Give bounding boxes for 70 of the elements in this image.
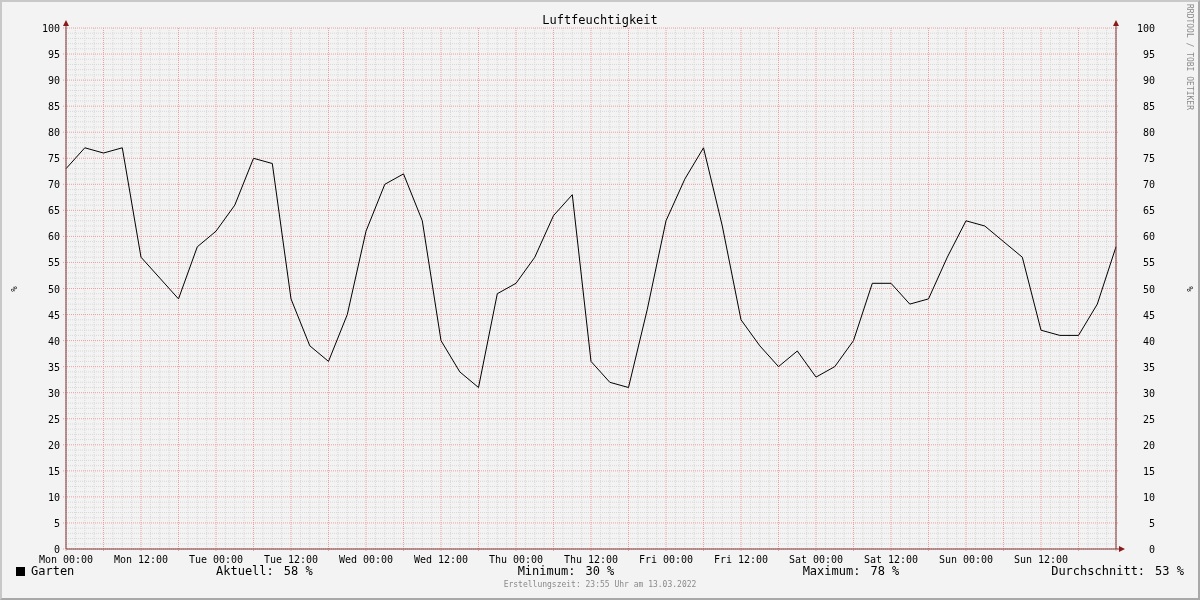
axis-label: Mon 00:00 xyxy=(38,554,94,565)
legend-label: Garten xyxy=(31,564,75,578)
axis-label: 50 xyxy=(1142,283,1155,295)
axis-label: 85 xyxy=(47,101,60,113)
axis-label: 85 xyxy=(1142,101,1155,113)
stat-value: 53 % xyxy=(1155,564,1184,578)
stat-label: Durchschnitt: xyxy=(1051,564,1146,578)
stat-label: Minimum: xyxy=(517,564,576,578)
axis-label: 35 xyxy=(1142,361,1155,373)
axis-label: 100 xyxy=(41,23,60,34)
axis-label: Sun 00:00 xyxy=(938,554,994,565)
axis-label: 50 xyxy=(47,283,60,295)
axis-label: 95 xyxy=(47,49,60,61)
axis-label: 0 xyxy=(1148,544,1155,555)
axis-title: % xyxy=(1185,286,1195,292)
axis-label: Sat 12:00 xyxy=(863,554,919,565)
chart-title: Luftfeuchtigkeit xyxy=(542,13,658,27)
axis-label: 15 xyxy=(1142,465,1155,477)
axis-label: 10 xyxy=(1142,491,1155,503)
axis-label: Thu 12:00 xyxy=(563,554,619,565)
axis-label: 70 xyxy=(47,179,60,191)
axis-label: 75 xyxy=(1142,153,1155,165)
axis-label: 5 xyxy=(1148,517,1155,529)
axis-label: Fri 00:00 xyxy=(638,554,694,565)
axis-label: 45 xyxy=(1142,309,1155,321)
stat-value: 78 % xyxy=(870,564,900,578)
stat-label: Aktuell: xyxy=(216,564,274,578)
stat-value: 58 % xyxy=(283,564,313,578)
axis-label: 80 xyxy=(1142,127,1155,139)
axis-label: 80 xyxy=(47,127,60,139)
axis-label: 100 xyxy=(1136,23,1155,34)
stat-value: 30 % xyxy=(585,564,615,578)
axis-label: 0 xyxy=(53,544,60,555)
axis-label: Sun 12:00 xyxy=(1013,554,1069,565)
axis-label: 20 xyxy=(1142,439,1155,451)
axis-label: Sat 00:00 xyxy=(788,554,844,565)
axis-label: 60 xyxy=(1142,231,1155,243)
stat-label: Maximum: xyxy=(802,564,861,578)
axis-label: 20 xyxy=(47,439,60,451)
axis-label: 45 xyxy=(47,309,60,321)
creation-time-text: Erstellungszeit: 23:55 Uhr am 13.03.2022 xyxy=(502,580,698,589)
axis-label: 95 xyxy=(1142,49,1155,61)
axis-title: % xyxy=(9,286,19,292)
side-credit-text: RRDTOOL / TOBI OETIKER xyxy=(1185,4,1194,110)
axis-label: 55 xyxy=(1142,257,1155,269)
axis-label: 60 xyxy=(47,231,60,243)
axis-label: Wed 00:00 xyxy=(338,554,394,565)
axis-label: 70 xyxy=(1142,179,1155,191)
axis-label: 30 xyxy=(1142,387,1155,399)
axis-label: 65 xyxy=(1142,205,1155,217)
axis-label: 90 xyxy=(47,75,60,87)
axis-label: 90 xyxy=(1142,75,1155,87)
axis-label: 35 xyxy=(47,361,60,373)
axis-label: Tue 12:00 xyxy=(263,554,319,565)
axis-label: Thu 00:00 xyxy=(488,554,544,565)
axis-label: 55 xyxy=(47,257,60,269)
axis-label: 40 xyxy=(1142,335,1155,347)
axis-label: 15 xyxy=(47,465,60,477)
axis-label: 25 xyxy=(1142,413,1155,425)
axis-label: Fri 12:00 xyxy=(713,554,769,565)
axis-label: 5 xyxy=(53,517,60,529)
axis-label: Tue 00:00 xyxy=(188,554,244,565)
axis-label: 10 xyxy=(47,491,60,503)
axis-label: Mon 12:00 xyxy=(113,554,169,565)
axis-label: 65 xyxy=(47,205,60,217)
axis-label: 75 xyxy=(47,153,60,165)
axis-label: 40 xyxy=(47,335,60,347)
axis-label: 25 xyxy=(47,413,60,425)
axis-label: 30 xyxy=(47,387,60,399)
axis-label: Wed 12:00 xyxy=(413,554,469,565)
